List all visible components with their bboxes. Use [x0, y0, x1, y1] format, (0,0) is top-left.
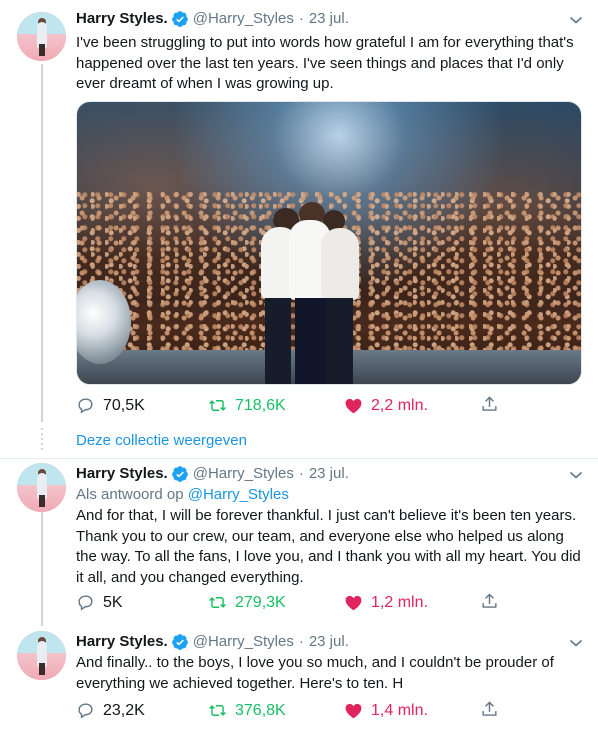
tweet-header: Harry Styles. @Harry_Styles · 23 jul. — [76, 9, 349, 29]
share-icon[interactable] — [480, 395, 499, 414]
avatar[interactable] — [17, 463, 66, 512]
handle[interactable]: @Harry_Styles — [193, 632, 294, 652]
reply-prefix: Als antwoord op — [76, 486, 184, 503]
like-icon — [345, 703, 362, 719]
handle[interactable]: @Harry_Styles — [193, 9, 294, 29]
retweet-button[interactable]: 376,8K — [208, 701, 286, 720]
timestamp[interactable]: 23 jul. — [309, 464, 349, 484]
separator: · — [298, 465, 304, 482]
like-count: 1,4 mln. — [371, 701, 428, 719]
share-icon[interactable] — [480, 700, 499, 719]
reply-icon — [78, 398, 93, 414]
reply-handle-link[interactable]: @Harry_Styles — [188, 486, 289, 503]
verified-icon — [171, 11, 188, 27]
retweet-icon — [209, 400, 226, 411]
show-collection-link[interactable]: Deze collectie weergeven — [76, 431, 247, 451]
like-count: 2,2 mln. — [371, 396, 428, 414]
tweet-photo[interactable] — [76, 101, 582, 385]
reply-count: 23,2K — [103, 701, 145, 719]
retweet-count: 376,8K — [235, 701, 286, 719]
reply-button[interactable]: 70,5K — [76, 396, 145, 415]
separator: · — [298, 10, 304, 27]
timestamp[interactable]: 23 jul. — [309, 632, 349, 652]
display-name[interactable]: Harry Styles. — [76, 632, 168, 652]
reply-button[interactable]: 5K — [76, 593, 123, 612]
avatar[interactable] — [17, 12, 66, 61]
thread-line — [41, 64, 43, 422]
chevron-down-icon[interactable] — [569, 638, 583, 648]
retweet-icon — [209, 705, 226, 716]
tweet-header: Harry Styles. @Harry_Styles · 23 jul. — [76, 632, 349, 652]
reply-count: 5K — [103, 593, 123, 611]
reply-icon — [78, 595, 93, 611]
retweet-count: 279,3K — [235, 593, 286, 611]
like-button[interactable]: 1,4 mln. — [344, 701, 428, 720]
like-button[interactable]: 1,2 mln. — [344, 593, 428, 612]
verified-icon — [171, 466, 188, 482]
tweet-text: I've been struggling to put into words h… — [76, 34, 574, 92]
reply-button[interactable]: 23,2K — [76, 701, 145, 720]
like-icon — [345, 595, 362, 611]
separator: · — [298, 633, 304, 650]
like-icon — [345, 398, 362, 414]
timestamp[interactable]: 23 jul. — [309, 9, 349, 29]
reply-icon — [78, 703, 93, 719]
handle[interactable]: @Harry_Styles — [193, 464, 294, 484]
avatar[interactable] — [17, 631, 66, 680]
retweet-icon — [209, 597, 226, 608]
retweet-count: 718,6K — [235, 396, 286, 414]
retweet-button[interactable]: 279,3K — [208, 593, 286, 612]
tweet-header: Harry Styles. @Harry_Styles · 23 jul. — [76, 464, 349, 484]
divider — [0, 458, 598, 459]
thread-line — [41, 512, 43, 626]
reply-count: 70,5K — [103, 396, 145, 414]
share-icon[interactable] — [480, 592, 499, 611]
reply-context: Als antwoord op @Harry_Styles — [76, 485, 289, 505]
chevron-down-icon[interactable] — [569, 15, 583, 25]
thread-line-dotted — [41, 428, 43, 452]
tweet-text: And for that, I will be forever thankful… — [76, 507, 581, 586]
retweet-button[interactable]: 718,6K — [208, 396, 286, 415]
display-name[interactable]: Harry Styles. — [76, 464, 168, 484]
chevron-down-icon[interactable] — [569, 470, 583, 480]
like-button[interactable]: 2,2 mln. — [344, 396, 428, 415]
tweet-text: And finally.. to the boys, I love you so… — [76, 654, 554, 692]
like-count: 1,2 mln. — [371, 593, 428, 611]
display-name[interactable]: Harry Styles. — [76, 9, 168, 29]
verified-icon — [171, 634, 188, 650]
